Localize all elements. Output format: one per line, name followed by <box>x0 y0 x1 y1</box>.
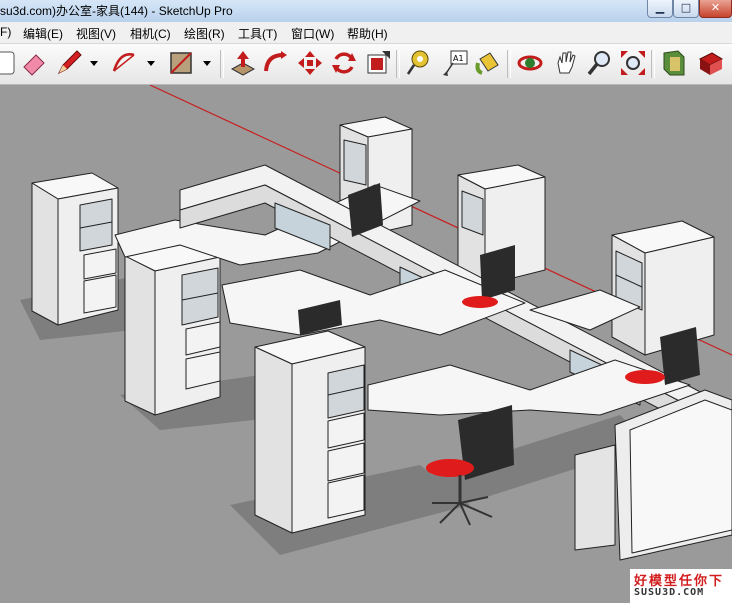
chevron-down-icon[interactable] <box>89 58 99 68</box>
minimize-icon: ▁ <box>655 1 665 14</box>
orbit-icon <box>517 55 543 71</box>
move-icon <box>298 51 322 75</box>
cabinet-back-left <box>31 172 119 326</box>
maximize-icon: □ <box>680 1 692 14</box>
pencil-icon <box>57 50 82 75</box>
tape-measure-icon <box>406 50 429 75</box>
zoom-icon <box>587 51 610 76</box>
chevron-down-icon[interactable] <box>146 58 156 68</box>
menu-file[interactable]: F) <box>0 25 11 39</box>
chevron-down-icon[interactable] <box>202 58 212 68</box>
toolbar: A1 <box>0 44 732 85</box>
pan-tool[interactable] <box>552 49 580 77</box>
model-viewport[interactable] <box>0 85 732 603</box>
rotate-tool[interactable] <box>330 49 358 77</box>
rotate-icon <box>332 52 356 74</box>
select-tool[interactable] <box>0 49 18 77</box>
title-bar: su3d.com)办公室-家具(144) - SketchUp Pro ▁ □ … <box>0 0 732 23</box>
arc-icon <box>112 53 135 72</box>
close-button[interactable]: ✕ <box>699 0 732 18</box>
push-pull-icon <box>230 51 256 76</box>
toolbar-separator <box>396 50 400 78</box>
arc-tool[interactable] <box>110 49 138 77</box>
components-icon <box>663 50 685 76</box>
zoom-extents-tool[interactable] <box>619 49 647 77</box>
menu-help[interactable]: 帮助(H) <box>347 25 388 42</box>
text-tool[interactable]: A1 <box>441 49 469 77</box>
menu-edit[interactable]: 编辑(E) <box>23 25 63 42</box>
offset-tool[interactable] <box>364 49 392 77</box>
sketchup-icon <box>698 52 724 75</box>
window-title: su3d.com)办公室-家具(144) - SketchUp Pro <box>0 4 233 18</box>
paint-bucket-icon <box>475 52 499 75</box>
zoom-extents-icon <box>621 51 645 75</box>
watermark: 好模型任你下 SUSU3D.COM <box>630 569 732 603</box>
move-tool[interactable] <box>296 49 324 77</box>
menu-camera[interactable]: 相机(C) <box>130 25 171 42</box>
toolbar-separator <box>507 50 511 78</box>
sketchup-tool[interactable] <box>696 49 724 77</box>
zoom-tool[interactable] <box>586 49 614 77</box>
watermark-line-2: SUSU3D.COM <box>634 587 705 598</box>
orbit-tool[interactable] <box>516 49 544 77</box>
follow-me-icon <box>264 51 287 72</box>
rectangle-icon <box>170 52 192 74</box>
push-pull-tool[interactable] <box>229 49 257 77</box>
text-tool-label: A1 <box>453 54 464 63</box>
pencil-tool[interactable] <box>55 49 83 77</box>
text-label-icon: A1 <box>443 50 468 76</box>
menu-tools[interactable]: 工具(T) <box>238 25 277 42</box>
minimize-button[interactable]: ▁ <box>647 0 673 18</box>
follow-me-tool[interactable] <box>261 49 289 77</box>
close-icon: ✕ <box>710 1 721 14</box>
rectangle-tool[interactable] <box>167 49 195 77</box>
menu-bar: F) 编辑(E) 视图(V) 相机(C) 绘图(R) 工具(T) 窗口(W) 帮… <box>0 22 732 44</box>
toolbar-separator <box>651 50 655 78</box>
eraser-tool[interactable] <box>20 49 48 77</box>
toolbar-separator <box>220 50 224 78</box>
cabinet-right <box>611 220 715 356</box>
menu-view[interactable]: 视图(V) <box>76 25 116 42</box>
offset-icon <box>367 51 390 74</box>
end-panel-right <box>574 389 732 561</box>
components-tool[interactable] <box>660 49 688 77</box>
pan-icon <box>557 51 576 74</box>
cabinet-front-left <box>254 330 366 534</box>
paint-bucket-tool[interactable] <box>474 49 502 77</box>
menu-draw[interactable]: 绘图(R) <box>184 25 225 42</box>
tape-measure-tool[interactable] <box>405 49 433 77</box>
cabinet-middle-left <box>124 242 221 416</box>
menu-window[interactable]: 窗口(W) <box>291 25 334 42</box>
maximize-button[interactable]: □ <box>673 0 699 18</box>
select-icon <box>0 51 15 75</box>
eraser-icon <box>23 54 45 76</box>
